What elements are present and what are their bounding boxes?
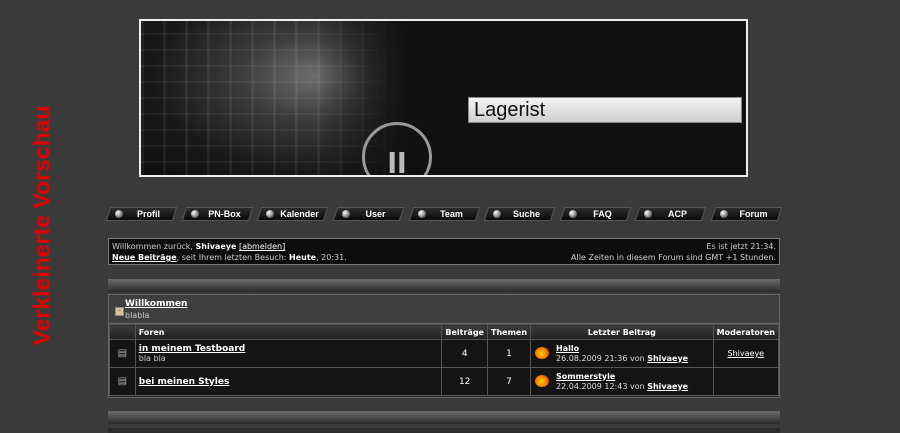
column-header: Beiträge <box>441 324 488 340</box>
posts-count: 12 <box>441 367 488 396</box>
category-title[interactable]: Willkommen <box>125 299 187 309</box>
forum-status-icon: ▤ <box>109 339 136 368</box>
nav-bullet-icon <box>720 210 728 218</box>
nav-bullet-icon <box>115 210 123 218</box>
username: Shivaeye <box>195 242 237 251</box>
column-header: Foren <box>134 324 443 340</box>
new-posts-link[interactable]: Neue Beiträge <box>112 253 177 262</box>
forum-status-icon: ▤ <box>109 367 136 396</box>
flame-icon <box>535 347 550 359</box>
divider-bar <box>108 279 780 292</box>
welcome-info-bar: Willkommen zurück, Shivaeye [abmelden] N… <box>108 238 780 265</box>
nav-kalender[interactable]: Kalender <box>256 207 329 221</box>
table-header: Foren Beiträge Themen Letzter Beitrag Mo… <box>109 324 780 340</box>
footer-bar <box>108 428 780 433</box>
forum-category-block: - Willkommen blabla Foren Beiträge Theme… <box>108 294 780 398</box>
forum-link[interactable]: in meinem Testboard <box>139 344 439 354</box>
main-navigation: Profil PN-Box Kalender User Team Suche F… <box>105 207 783 221</box>
side-title-text: Verkleinerte Vorschau <box>28 105 55 345</box>
timezone-note: Alle Zeiten in diesem Forum sind GMT +1 … <box>571 253 776 262</box>
nav-pn-box[interactable]: PN-Box <box>181 207 253 221</box>
topics-count: 1 <box>486 339 532 368</box>
nav-bullet-icon <box>568 210 577 218</box>
topics-count: 7 <box>486 367 532 396</box>
header-banner: Lagerist ꞁꞁ <box>139 19 748 177</box>
forum-table: Foren Beiträge Themen Letzter Beitrag Mo… <box>109 324 780 396</box>
nav-bullet-icon <box>190 210 199 218</box>
column-header: Themen <box>486 324 532 340</box>
nav-forum[interactable]: Forum <box>710 207 783 221</box>
divider-bar <box>108 411 780 424</box>
nav-team[interactable]: Team <box>408 207 480 221</box>
posts-count: 4 <box>441 339 488 368</box>
side-title: Verkleinerte Vorschau <box>22 66 62 384</box>
table-row: ▤ in meinem Testboard bla bla 4 1 Hallo … <box>109 339 780 368</box>
current-time: Es ist jetzt 21:34. <box>706 242 776 251</box>
last-post-cell: Hallo 26.08.2009 21:36 von Shivaeye <box>530 339 714 368</box>
last-post-link[interactable]: Sommerstyle <box>556 372 615 381</box>
collapse-toggle-icon[interactable]: - <box>115 307 124 316</box>
nav-suche[interactable]: Suche <box>483 207 556 221</box>
logo-icon: ꞁꞁ <box>362 122 432 175</box>
nav-bullet-icon <box>417 210 426 218</box>
nav-bullet-icon <box>493 210 502 218</box>
category-header: - Willkommen blabla <box>109 295 779 324</box>
banner-title: Lagerist <box>468 97 742 123</box>
flame-icon <box>535 375 550 387</box>
last-post-author-link[interactable]: Shivaeye <box>647 354 688 363</box>
category-description: blabla <box>125 311 150 320</box>
forum-description: bla bla <box>138 354 166 363</box>
table-row: ▤ bei meinen Styles 12 7 Sommerstyle 22.… <box>109 367 780 396</box>
nav-faq[interactable]: FAQ <box>559 207 632 221</box>
moderator-cell <box>712 367 780 396</box>
last-post-cell: Sommerstyle 22.04.2009 12:43 von Shivaey… <box>530 367 714 396</box>
logout-link[interactable]: [abmelden] <box>239 242 285 251</box>
column-header: Moderatoren <box>712 324 780 340</box>
nav-acp[interactable]: ACP <box>635 207 707 221</box>
nav-user[interactable]: User <box>332 207 405 221</box>
nav-profil[interactable]: Profil <box>105 207 178 221</box>
moderator-link[interactable]: Shivaeye <box>712 339 780 368</box>
nav-bullet-icon <box>341 210 350 218</box>
forum-link[interactable]: bei meinen Styles <box>139 377 439 387</box>
column-icon <box>109 324 136 340</box>
column-header: Letzter Beitrag <box>530 324 714 340</box>
last-post-link[interactable]: Hallo <box>556 344 579 353</box>
last-post-author-link[interactable]: Shivaeye <box>647 382 688 391</box>
